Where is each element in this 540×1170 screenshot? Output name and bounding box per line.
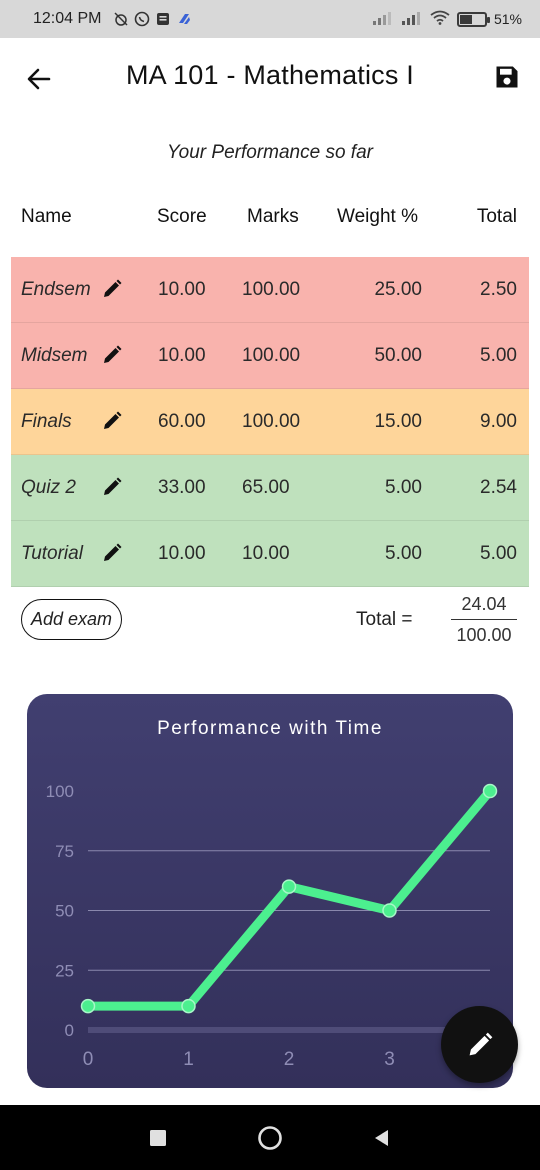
x-tick-label: 2 bbox=[284, 1049, 295, 1070]
page-title: MA 101 - Mathematics I bbox=[125, 60, 414, 90]
x-tick-label: 0 bbox=[83, 1049, 94, 1070]
data-point bbox=[181, 998, 196, 1014]
triangle-back-icon bbox=[375, 1130, 388, 1146]
exam-weight: 15.00 bbox=[374, 411, 422, 432]
edit-fab-button[interactable] bbox=[441, 1006, 518, 1083]
exam-marks: 100.00 bbox=[242, 279, 301, 300]
total-fraction: 24.04 100.00 bbox=[451, 594, 517, 646]
notification-icon bbox=[155, 11, 171, 27]
exam-weight: 5.00 bbox=[385, 477, 422, 498]
performance-chart: 0 25 50 75 100 0 1 2 3 bbox=[46, 782, 498, 1070]
exam-name: Midsem bbox=[21, 345, 88, 366]
total-label: Total = bbox=[356, 609, 413, 630]
header-marks: Marks bbox=[247, 206, 299, 227]
edit-exam-button[interactable] bbox=[101, 344, 123, 366]
battery-percent: 51% bbox=[493, 11, 522, 27]
save-button[interactable] bbox=[493, 63, 521, 91]
pencil-icon bbox=[104, 477, 122, 495]
table-row[interactable]: Endsem 10.00 100.00 25.00 2.50 bbox=[11, 257, 529, 323]
exam-marks: 10.00 bbox=[242, 543, 290, 564]
x-tick-label: 1 bbox=[183, 1049, 194, 1070]
pencil-icon bbox=[469, 1032, 492, 1055]
exam-marks: 100.00 bbox=[242, 345, 301, 366]
series-line bbox=[83, 786, 495, 1011]
edit-exam-button[interactable] bbox=[101, 476, 123, 498]
system-nav-bar bbox=[0, 1105, 540, 1170]
pencil-icon bbox=[104, 279, 122, 297]
whatsapp-icon bbox=[134, 11, 150, 27]
app-bar: MA 101 - Mathematics I bbox=[0, 38, 540, 118]
table-row[interactable]: Tutorial 10.00 10.00 5.00 5.00 bbox=[11, 521, 529, 587]
data-point bbox=[281, 879, 297, 894]
pencil-icon bbox=[104, 345, 122, 363]
table-header: Name Score Marks Weight % Total bbox=[11, 206, 529, 232]
pencil-icon bbox=[104, 411, 122, 429]
header-score: Score bbox=[157, 206, 207, 227]
signal-icon-2 bbox=[401, 11, 423, 28]
wifi-icon bbox=[430, 10, 450, 28]
status-time: 12:04 PM bbox=[33, 10, 102, 27]
exam-weight: 50.00 bbox=[374, 345, 422, 366]
back-nav-button[interactable] bbox=[369, 1125, 395, 1151]
exam-score: 10.00 bbox=[158, 345, 206, 366]
header-name: Name bbox=[21, 206, 72, 227]
total-obtained: 24.04 bbox=[451, 594, 517, 620]
home-button[interactable] bbox=[257, 1125, 283, 1151]
status-bar: 12:04 PM 51% bbox=[0, 0, 540, 38]
exam-score: 60.00 bbox=[158, 411, 206, 432]
data-point bbox=[482, 783, 498, 799]
y-tick-label: 50 bbox=[55, 902, 74, 921]
exam-name: Tutorial bbox=[21, 543, 83, 564]
y-tick-label: 100 bbox=[46, 782, 74, 801]
exam-weight: 25.00 bbox=[374, 279, 422, 300]
exam-total: 5.00 bbox=[480, 345, 517, 366]
exam-score: 10.00 bbox=[158, 279, 206, 300]
y-tick-label: 0 bbox=[65, 1021, 74, 1040]
battery-icon bbox=[456, 11, 490, 27]
exam-total: 9.00 bbox=[480, 411, 517, 432]
square-icon bbox=[150, 1130, 166, 1146]
exam-total: 2.50 bbox=[480, 279, 517, 300]
floppy-disk-icon bbox=[496, 66, 518, 88]
recents-button[interactable] bbox=[145, 1125, 171, 1151]
add-exam-button[interactable]: Add exam bbox=[21, 599, 122, 640]
edit-exam-button[interactable] bbox=[101, 410, 123, 432]
x-tick-label: 3 bbox=[384, 1049, 395, 1070]
y-tick-label: 25 bbox=[55, 961, 74, 980]
circle-icon bbox=[258, 1126, 282, 1150]
header-weight: Weight % bbox=[337, 206, 418, 227]
exam-name: Quiz 2 bbox=[21, 477, 76, 498]
exam-marks: 100.00 bbox=[242, 411, 301, 432]
total-maximum: 100.00 bbox=[456, 625, 512, 645]
section-subtitle: Your Performance so far bbox=[167, 142, 373, 163]
exam-score: 10.00 bbox=[158, 543, 206, 564]
app-notification-icon bbox=[176, 11, 192, 27]
exam-total: 2.54 bbox=[480, 477, 517, 498]
exam-marks: 65.00 bbox=[242, 477, 290, 498]
pencil-icon bbox=[104, 543, 122, 561]
performance-chart-card: Performance with Time 0 25 50 75 100 0 1 2 3 bbox=[27, 694, 513, 1088]
table-row[interactable]: Finals 60.00 100.00 15.00 9.00 bbox=[11, 389, 529, 455]
table-row[interactable]: Quiz 2 33.00 65.00 5.00 2.54 bbox=[11, 455, 529, 521]
signal-icon bbox=[372, 11, 394, 28]
exam-weight: 5.00 bbox=[385, 543, 422, 564]
exam-name: Endsem bbox=[21, 279, 91, 300]
data-point bbox=[80, 998, 96, 1014]
edit-exam-button[interactable] bbox=[101, 542, 123, 564]
header-total: Total bbox=[476, 206, 517, 227]
exam-score: 33.00 bbox=[158, 477, 206, 498]
data-point bbox=[382, 903, 397, 918]
exam-total: 5.00 bbox=[480, 543, 517, 564]
table-row[interactable]: Midsem 10.00 100.00 50.00 5.00 bbox=[11, 323, 529, 389]
edit-exam-button[interactable] bbox=[101, 278, 123, 300]
exam-table: Endsem 10.00 100.00 25.00 2.50 Midsem 10… bbox=[11, 257, 529, 587]
y-tick-label: 75 bbox=[55, 842, 74, 861]
alarm-off-icon bbox=[113, 11, 129, 27]
exam-name: Finals bbox=[21, 411, 72, 432]
